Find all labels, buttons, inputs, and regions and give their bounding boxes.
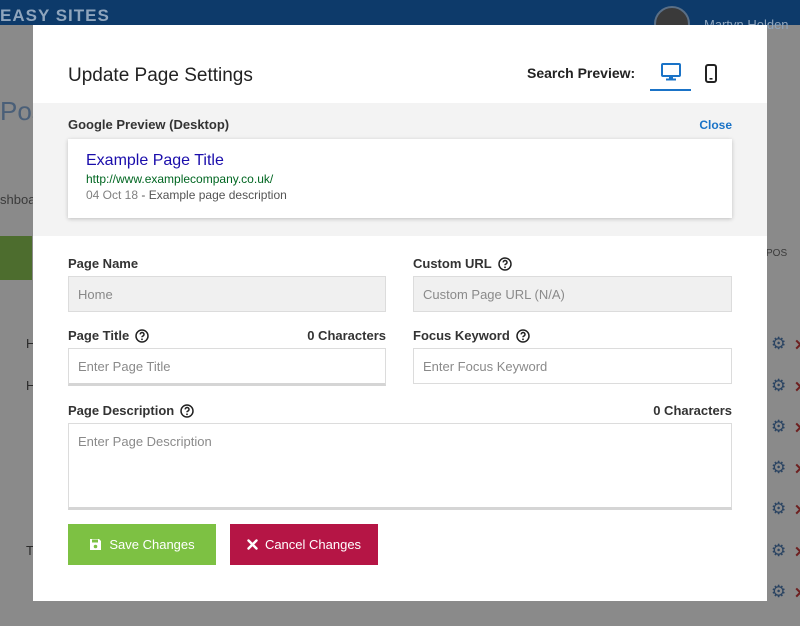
page-description-char-count: 0 Characters xyxy=(653,403,732,418)
page-title-input[interactable] xyxy=(68,348,386,386)
page-title-label: Page Title xyxy=(68,328,149,343)
focus-keyword-label: Focus Keyword xyxy=(413,328,530,343)
page-title-char-count: 0 Characters xyxy=(307,328,386,343)
gear-icon: ⚙ xyxy=(771,499,787,518)
search-preview-label: Search Preview: xyxy=(527,65,636,81)
delete-icon: ✕ xyxy=(794,378,800,396)
custom-url-input[interactable] xyxy=(413,276,732,312)
page-description-label-text: Page Description xyxy=(68,403,175,418)
preview-url: http://www.examplecompany.co.uk/ xyxy=(86,172,274,186)
preview-title: Example Page Title xyxy=(86,152,224,169)
mobile-preview-button[interactable] xyxy=(701,55,721,91)
page-name-label: Page Name xyxy=(68,256,138,271)
delete-icon: ✕ xyxy=(794,336,800,354)
page-description-label: Page Description xyxy=(68,403,194,418)
cancel-changes-button[interactable]: Cancel Changes xyxy=(230,524,378,565)
delete-icon: ✕ xyxy=(794,501,800,519)
gear-icon: ⚙ xyxy=(771,334,787,353)
google-preview-label: Google Preview (Desktop) xyxy=(68,117,230,132)
post-label: POS xyxy=(766,248,788,259)
save-changes-button[interactable]: Save Changes xyxy=(68,524,216,565)
delete-icon: ✕ xyxy=(794,419,800,437)
mobile-icon xyxy=(705,63,717,83)
page-settings-modal: Update Page Settings Search Preview: Goo… xyxy=(33,25,767,601)
cancel-changes-label: Cancel Changes xyxy=(264,537,362,552)
floppy-disk-icon xyxy=(89,538,102,551)
custom-url-label-text: Custom URL xyxy=(413,256,492,271)
preview-snippet: 04 Oct 18 - Example page description xyxy=(86,187,714,203)
app-brand: EASY SITES xyxy=(0,6,110,25)
delete-icon: ✕ xyxy=(794,543,800,561)
delete-icon: ✕ xyxy=(794,460,800,478)
page-name-input[interactable] xyxy=(68,276,386,312)
question-circle-icon[interactable] xyxy=(516,328,530,343)
gear-icon: ⚙ xyxy=(771,417,787,436)
desktop-preview-button[interactable] xyxy=(650,55,691,91)
focus-keyword-input[interactable] xyxy=(413,348,732,384)
x-icon xyxy=(247,539,258,550)
question-circle-icon[interactable] xyxy=(180,403,194,418)
desktop-icon xyxy=(660,63,681,81)
save-changes-label: Save Changes xyxy=(109,537,195,552)
focus-keyword-label-text: Focus Keyword xyxy=(413,328,510,343)
page-description-textarea[interactable] xyxy=(68,423,732,510)
delete-icon: ✕ xyxy=(794,584,800,602)
modal-title: Update Page Settings xyxy=(68,65,253,86)
question-circle-icon[interactable] xyxy=(135,328,149,343)
custom-url-label: Custom URL xyxy=(413,256,512,271)
google-preview-section: Google Preview (Desktop) Close Example P… xyxy=(33,103,767,236)
preview-description: Example page description xyxy=(148,188,287,202)
breadcrumb: shboa xyxy=(0,192,36,207)
google-preview-card: Example Page Title http://www.examplecom… xyxy=(68,139,732,218)
close-preview-link[interactable]: Close xyxy=(699,118,732,132)
question-circle-icon[interactable] xyxy=(497,256,512,271)
gear-icon: ⚙ xyxy=(771,458,787,477)
preview-date: 04 Oct 18 xyxy=(86,188,139,202)
create-button xyxy=(0,236,32,280)
page-name-label-text: Page Name xyxy=(68,256,139,271)
page-title-label-text: Page Title xyxy=(68,328,130,343)
gear-icon: ⚙ xyxy=(771,582,787,601)
gear-icon: ⚙ xyxy=(771,541,787,560)
preview-separator: - xyxy=(138,188,149,202)
gear-icon: ⚙ xyxy=(771,376,787,395)
